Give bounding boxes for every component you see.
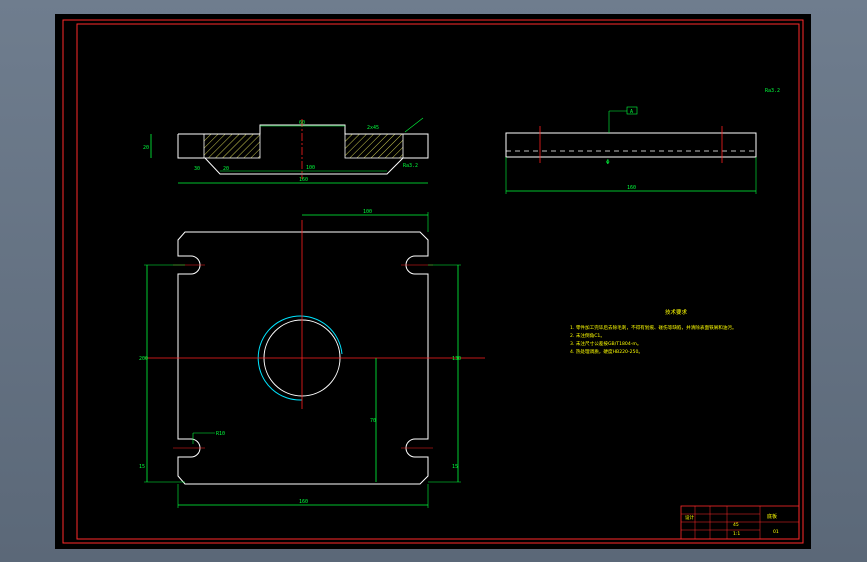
tb-drawing-no: 01 <box>773 529 779 535</box>
section-hatch-left <box>203 133 261 159</box>
slot-tag-text: R10 <box>216 431 225 437</box>
plan-view: 100 200 130 70 160 15 15 R10 <box>139 209 485 508</box>
dim-plan-height-right-text: 130 <box>452 356 461 362</box>
dim-section-height-text: 20 <box>143 145 149 151</box>
title-block: 底板 45 1:1 设计 01 <box>680 505 800 540</box>
dim-plan-height-lower-text: 70 <box>370 418 376 424</box>
roughness-corner: Ra3.2 <box>765 88 780 94</box>
inner-frame <box>76 23 800 540</box>
section-view: 20 60 160 100 30 20 2x45 Ra3.2 <box>143 117 429 184</box>
notes-line-4: 4. 热处理调质，硬度HB220-250。 <box>570 348 643 355</box>
dim-side-overall-text: 160 <box>627 185 636 191</box>
tb-company: 设计 <box>685 514 694 521</box>
side-datum-text: A <box>630 109 633 115</box>
notes-line-2: 2. 未注倒角C1。 <box>570 332 605 339</box>
notes-line-3: 3. 未注尺寸公差按GB/T1804-m。 <box>570 340 641 347</box>
technical-notes: 技术要求 1. 零件加工完毕后去除毛刺，不得有划痕、碰伤等缺陷，并清除表面铁屑和… <box>570 308 737 355</box>
dim-section-top-text: 60 <box>299 120 305 126</box>
cad-drawing-canvas[interactable]: 20 60 160 100 30 20 2x45 Ra3.2 A Φ 160 R… <box>55 14 811 549</box>
dim-slot-right-text: 15 <box>452 464 458 470</box>
tb-scale: 1:1 <box>733 531 740 537</box>
notes-title: 技术要求 <box>665 308 688 316</box>
dim-right-step-text: 20 <box>223 166 229 172</box>
dim-section-overall-text: 160 <box>299 177 308 183</box>
dim-left-step-text: 30 <box>194 166 200 172</box>
side-view: A Φ 160 <box>505 106 757 194</box>
dim-plan-top-text: 100 <box>363 209 372 215</box>
outer-frame <box>62 19 804 544</box>
section-hatch-right <box>344 133 404 159</box>
side-center-text: Φ <box>606 159 610 166</box>
chamfer-leader <box>404 117 424 133</box>
tb-material: 45 <box>733 522 739 528</box>
dim-plan-height-left-text: 200 <box>139 356 148 362</box>
notes-line-1: 1. 零件加工完毕后去除毛刺，不得有划痕、碰伤等缺陷，并清除表面铁屑和油污。 <box>570 324 737 331</box>
dim-plan-bottom-text: 160 <box>299 499 308 505</box>
side-outline <box>505 132 757 158</box>
roughness-symbol: Ra3.2 <box>403 163 418 169</box>
tb-part-name: 底板 <box>767 513 777 520</box>
dim-section-bore-text: 100 <box>306 165 315 171</box>
dim-slot-left-text: 15 <box>139 464 145 470</box>
drawing-viewport[interactable]: 20 60 160 100 30 20 2x45 Ra3.2 A Φ 160 R… <box>55 14 811 549</box>
chamfer-note: 2x45 <box>367 125 379 131</box>
